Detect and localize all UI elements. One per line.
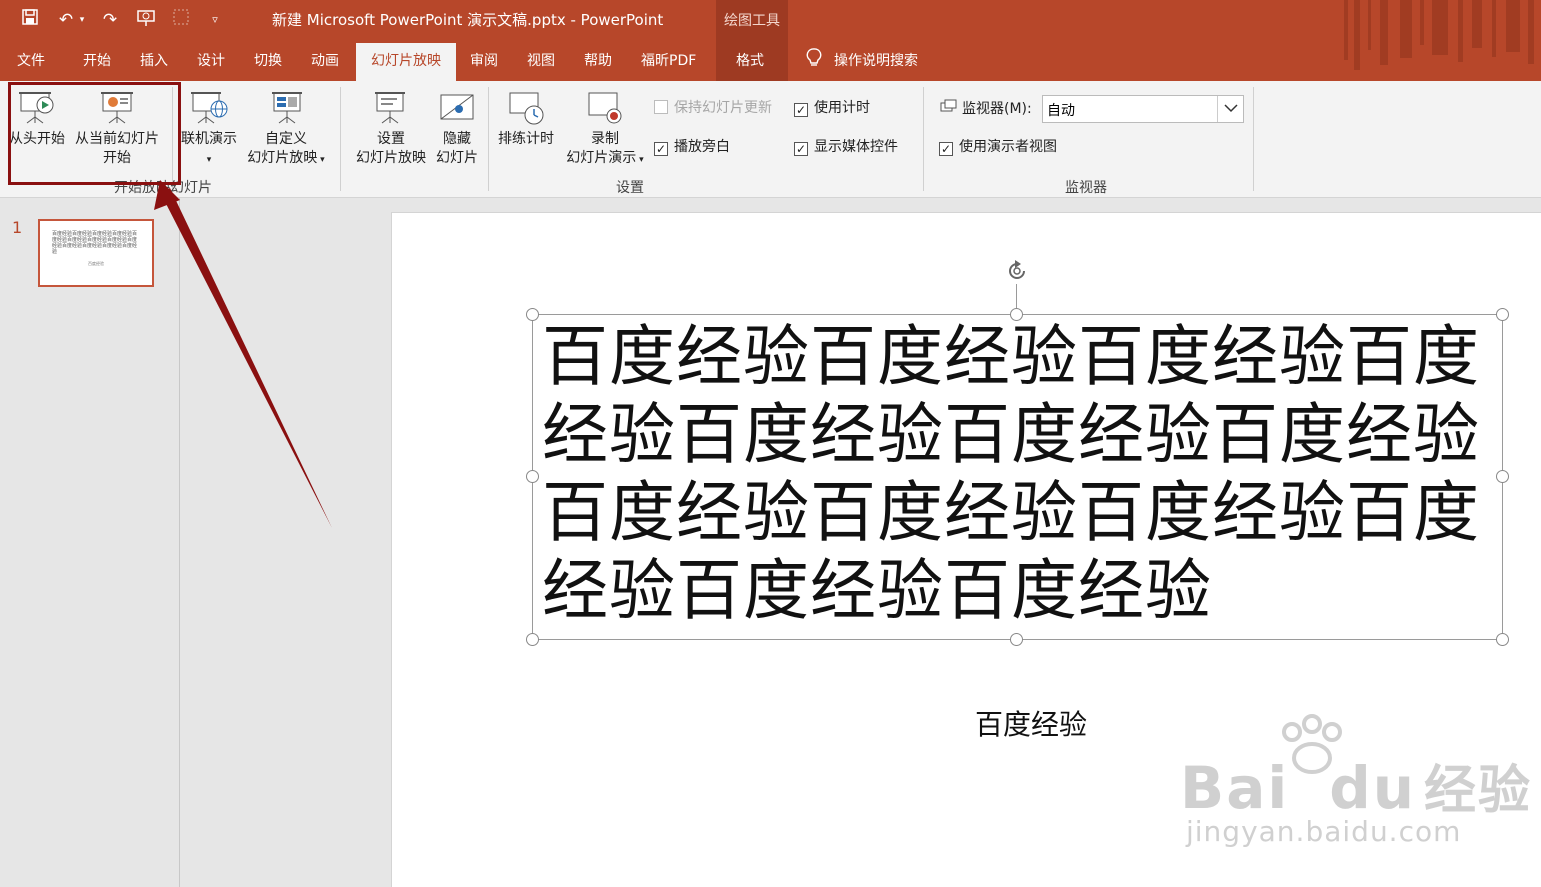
touch-mode-icon[interactable] [169,8,193,32]
rehearse-timings-icon [509,92,544,125]
rotate-handle-icon[interactable] [1004,258,1030,284]
tab-home[interactable]: 开始 [83,50,111,70]
resize-handle[interactable] [526,308,539,321]
present-online-dropdown-icon: ▾ [206,155,212,165]
subtitle-text[interactable]: 百度经验 [975,703,1087,743]
play-narrations-label: 播放旁白 [674,139,730,155]
keep-slides-updated-checkbox[interactable]: 保持幻灯片更新 [654,99,772,117]
rehearse-timings-button[interactable]: 排练计时 [494,89,558,149]
monitor-select-value: 自动 [1047,103,1075,119]
thumbnail-subtitle: 百度经验 [88,261,104,266]
keep-updated-label: 保持幻灯片更新 [674,100,772,116]
monitor-label-text: 监视器(M): [962,101,1032,117]
custom-show-dropdown-icon: ▾ [317,155,325,165]
record-slide-show-button[interactable]: 录制 幻灯片演示 ▾ [560,89,650,170]
annotation-arrow [154,180,332,528]
present-online-icon [191,92,228,124]
separator [488,87,489,191]
context-tools-label: 绘图工具 [724,13,780,29]
thumbnail-body: 百度经验百度经验百度经验百度经验百度经验百度经验百度经验百度经验百度经验百度经验… [52,231,138,255]
hide-slide-icon [440,94,474,120]
hide-slide-label-1: 隐藏 [443,131,471,147]
resize-handle[interactable] [1496,308,1509,321]
slide-thumbnail[interactable]: 百度经验百度经验百度经验百度经验百度经验百度经验百度经验百度经验百度经验百度经验… [38,219,154,287]
resize-handle[interactable] [1496,470,1509,483]
use-timings-label: 使用计时 [814,100,870,116]
present-online-label: 联机演示 [181,131,237,147]
group-label-setup: 设置 [616,180,644,196]
tab-slide-show[interactable]: 幻灯片放映 [356,43,456,81]
title-text[interactable]: 百度经验百度经验百度经验百度经验百度经验百度经验百度经验百度经验百度经验百度经验… [542,318,1498,630]
undo-icon[interactable]: ↶ [54,8,78,32]
customize-qat-icon[interactable]: ▿ [203,8,227,32]
checkmark-icon: ✓ [794,103,808,117]
tab-transitions[interactable]: 切换 [254,50,282,70]
save-icon[interactable] [18,8,42,32]
tab-foxit-pdf[interactable]: 福昕PDF [641,50,696,70]
set-up-label-1: 设置 [377,131,405,147]
record-label-2: 幻灯片演示 [566,150,637,166]
monitor-icon [940,99,958,120]
show-media-label: 显示媒体控件 [814,139,898,155]
separator [923,87,924,191]
set-up-show-icon [375,92,405,124]
lightbulb-icon [806,48,822,72]
tab-review[interactable]: 审阅 [470,50,498,70]
checkmark-icon: ✓ [654,142,668,156]
hide-slide-button[interactable]: 隐藏 幻灯片 [432,89,482,168]
separator [340,87,341,191]
tab-help[interactable]: 帮助 [584,50,612,70]
tab-design[interactable]: 设计 [197,50,225,70]
resize-handle[interactable] [1010,308,1023,321]
resize-handle[interactable] [526,470,539,483]
window-title: 新建 Microsoft PowerPoint 演示文稿.pptx - Powe… [272,11,664,29]
custom-show-icon [272,92,302,124]
resize-handle[interactable] [1496,633,1509,646]
undo-dropdown-icon[interactable]: ▾ [76,8,88,32]
resize-handle[interactable] [526,633,539,646]
hide-slide-label-2: 幻灯片 [436,150,478,166]
chevron-down-icon[interactable] [1217,96,1243,122]
tell-me-label: 操作说明搜索 [834,53,918,69]
custom-slide-show-button[interactable]: 自定义 幻灯片放映 ▾ [242,89,330,170]
set-up-label-2: 幻灯片放映 [356,150,426,166]
tab-file[interactable]: 文件 [17,50,45,70]
start-from-beginning-qat-icon[interactable] [134,8,158,32]
baidu-watermark: Bai du 经验 jingyan.baidu.com [1180,714,1533,848]
watermark-brand-cn: 经验 [1424,761,1533,821]
set-up-slide-show-button[interactable]: 设置 幻灯片放映 [350,89,432,168]
record-label-1: 录制 [591,131,619,147]
watermark-url: jingyan.baidu.com [1186,815,1462,848]
watermark-brand: Bai [1180,754,1290,822]
tab-animations[interactable]: 动画 [311,50,339,70]
resize-handle[interactable] [1010,633,1023,646]
checkmark-icon: ✓ [794,142,808,156]
custom-show-label-2: 幻灯片放映 [247,150,318,166]
watermark-brand-2: du [1329,754,1417,822]
tell-me-search[interactable]: 操作说明搜索 [806,48,918,72]
monitor-label: 监视器(M): [940,99,1032,120]
checkmark-icon: ✓ [939,142,953,156]
annotation-highlight-box [8,82,181,185]
presenter-view-label: 使用演示者视图 [959,139,1057,155]
title-decoration [1344,0,1534,70]
tab-view[interactable]: 视图 [527,50,555,70]
monitor-select[interactable]: 自动 [1042,95,1244,123]
slide-number: 1 [12,218,23,237]
checkbox-box [654,100,668,114]
presenter-view-checkbox[interactable]: ✓ 使用演示者视图 [939,138,1057,156]
use-timings-checkbox[interactable]: ✓ 使用计时 [794,99,870,117]
present-online-button[interactable]: 联机演示 ▾ [176,89,242,170]
custom-show-label-1: 自定义 [265,131,307,147]
play-narrations-checkbox[interactable]: ✓ 播放旁白 [654,138,730,156]
record-dropdown-icon: ▾ [636,155,644,165]
rehearse-timings-label: 排练计时 [498,131,554,147]
group-label-monitor: 监视器 [1065,180,1107,196]
separator [1253,87,1254,191]
tab-insert[interactable]: 插入 [140,50,168,70]
redo-icon[interactable]: ↷ [98,8,122,32]
tab-format[interactable]: 格式 [736,50,764,70]
record-icon [588,92,622,124]
show-media-controls-checkbox[interactable]: ✓ 显示媒体控件 [794,138,898,156]
